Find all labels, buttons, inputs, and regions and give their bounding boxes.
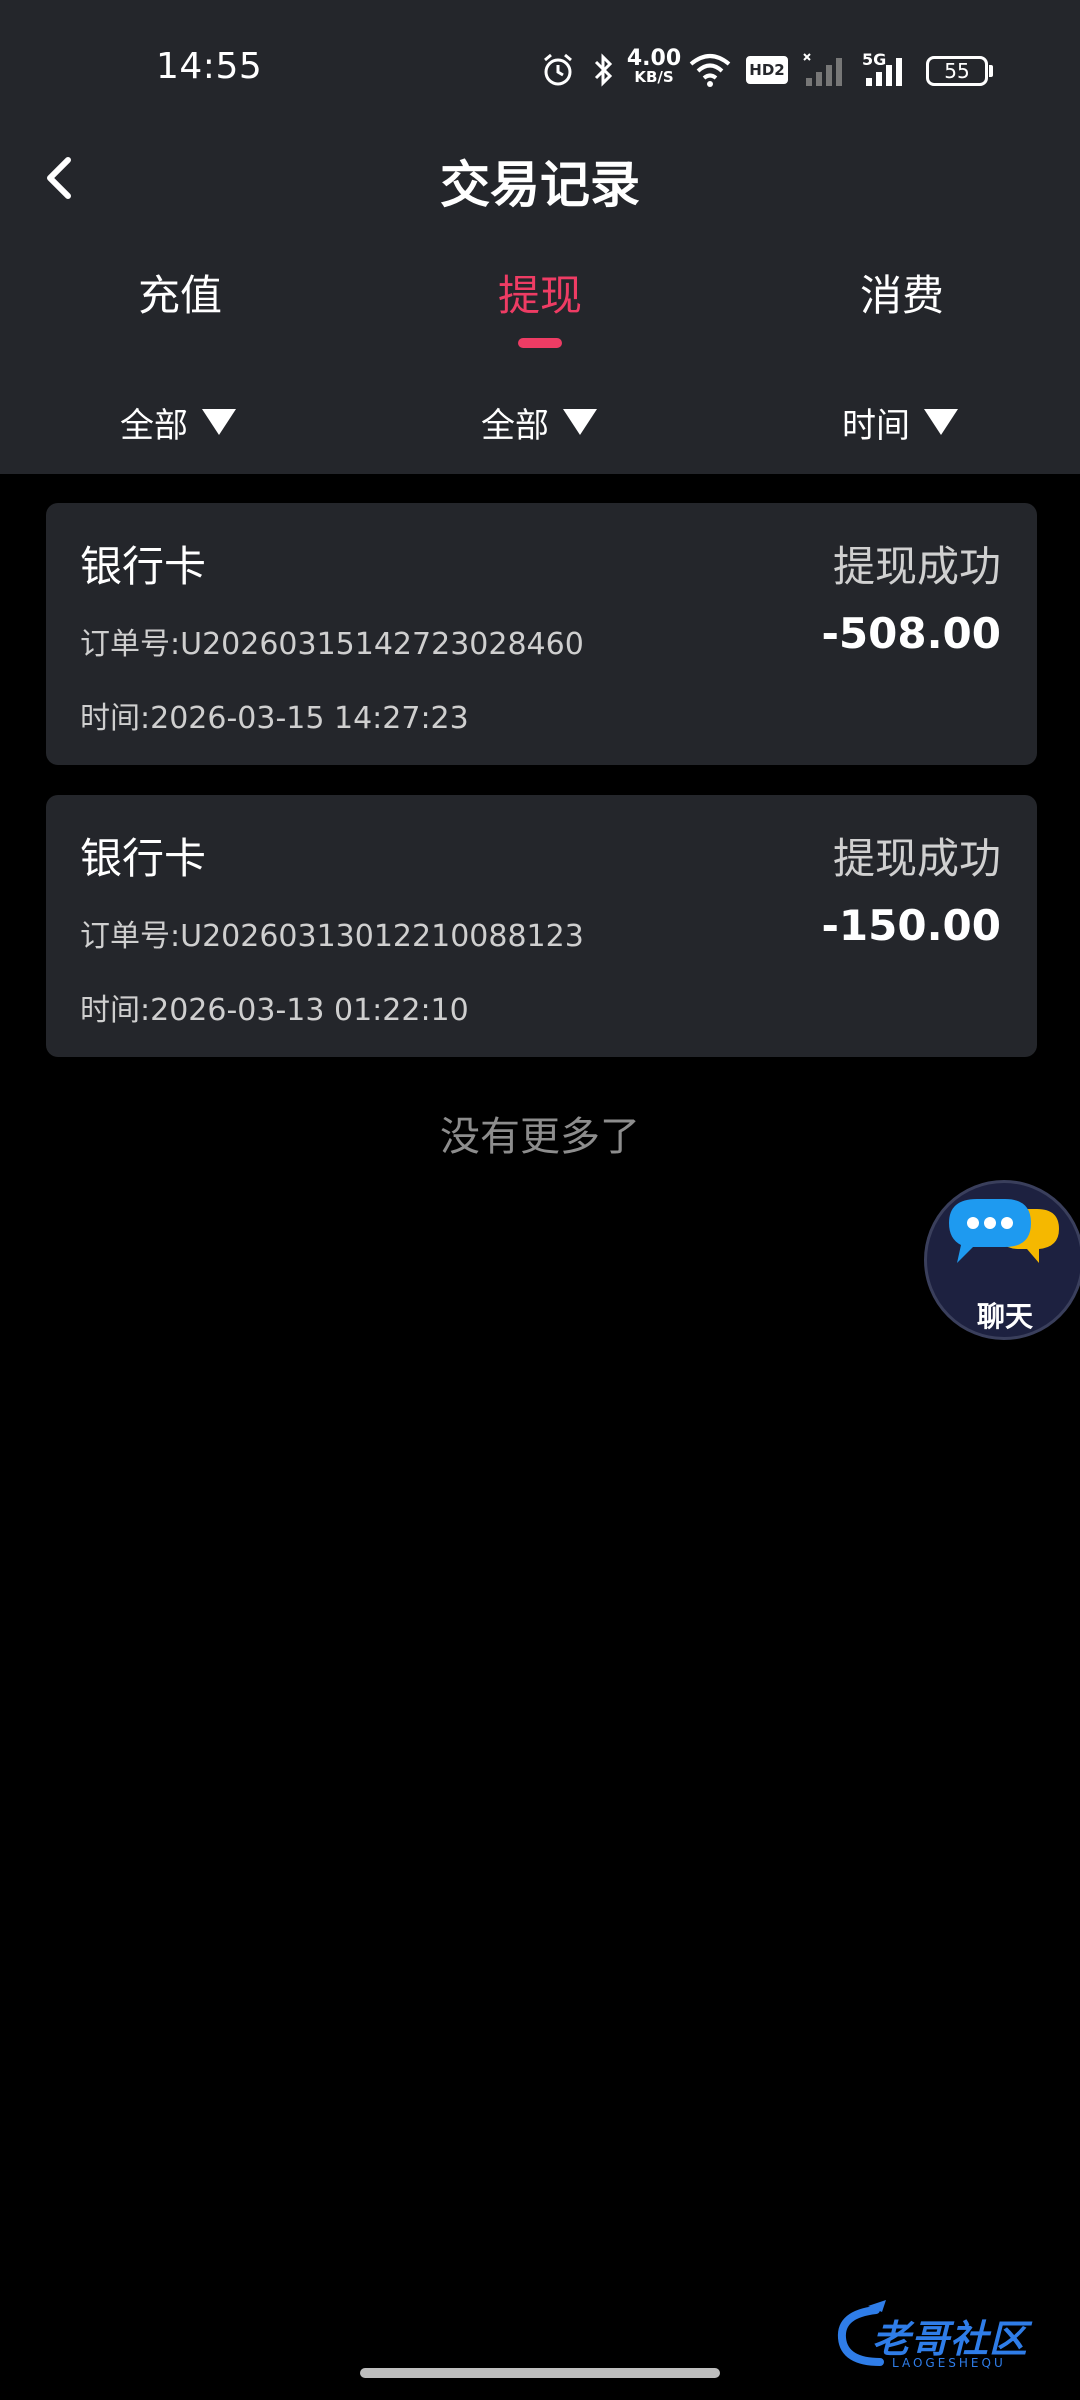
filter-status-label: 全部	[481, 405, 549, 446]
record-time: 时间:2026-03-13 01:22:10	[80, 985, 469, 1029]
hd-label: HD2	[749, 61, 785, 79]
wifi-icon	[689, 54, 731, 87]
record-status: 提现成功	[832, 542, 1001, 591]
order-label: 订单号:	[80, 919, 181, 954]
list-end-text: 没有更多了	[440, 1114, 640, 1160]
hd-icon: HD2	[746, 56, 788, 84]
record-order: 订单号:U20260313012210088123	[80, 911, 584, 955]
chat-button[interactable]: 聊天	[924, 1180, 1080, 1340]
order-number: U20260313012210088123	[180, 919, 584, 954]
tab-recharge-label: 充值	[137, 271, 222, 320]
watermark-logo: 老哥社区 LAOGESHEQU	[832, 2296, 1072, 2376]
net-speed-unit: KB/S	[634, 68, 674, 86]
record-card[interactable]: 银行卡 提现成功 订单号:U20260315142723028460 -508.…	[46, 503, 1037, 765]
tab-bar: 充值 提现 消费	[0, 262, 1080, 352]
filter-bar: 全部 全部 时间	[0, 392, 1080, 452]
filter-time-label: 时间	[842, 405, 910, 446]
battery-icon: 55	[926, 56, 988, 86]
order-number: U20260315142723028460	[180, 627, 584, 662]
record-type: 银行卡	[80, 834, 207, 883]
record-order: 订单号:U20260315142723028460	[80, 619, 584, 663]
status-bar: 14:55 4.00 KB/S HD2 5G 55	[0, 0, 1080, 140]
order-label: 订单号:	[80, 627, 181, 662]
time-value: 2026-03-15 14:27:23	[150, 701, 469, 736]
page-title: 交易记录	[440, 156, 640, 214]
dropdown-triangle-icon	[563, 409, 597, 435]
watermark-text: 老哥社区	[872, 2317, 1029, 2361]
signal-5g-icon	[866, 58, 902, 86]
screen: 14:55 4.00 KB/S HD2 5G 55 交易记录 充值 提现 消费 …	[0, 0, 1080, 2400]
filter-status-dropdown[interactable]: 全部	[481, 392, 597, 452]
net-speed-value: 4.00	[626, 46, 682, 71]
tab-consume-label: 消费	[859, 271, 944, 320]
record-amount: -150.00	[821, 901, 1001, 950]
record-time: 时间:2026-03-15 14:27:23	[80, 693, 469, 737]
tab-withdraw-label: 提现	[497, 271, 582, 320]
time-value: 2026-03-13 01:22:10	[150, 993, 469, 1028]
bluetooth-icon	[594, 53, 613, 87]
battery-tip	[989, 65, 993, 77]
record-card[interactable]: 银行卡 提现成功 订单号:U20260313012210088123 -150.…	[46, 795, 1037, 1057]
chat-bubbles-icon	[949, 1199, 1059, 1263]
tab-recharge[interactable]: 充值	[90, 262, 270, 323]
filter-time-dropdown[interactable]: 时间	[842, 392, 958, 452]
battery-level: 55	[944, 59, 970, 83]
time-label: 时间:	[80, 701, 151, 736]
record-status: 提现成功	[832, 834, 1001, 883]
status-time: 14:55	[156, 46, 263, 87]
record-amount: -508.00	[821, 609, 1001, 658]
record-type: 银行卡	[80, 542, 207, 591]
home-indicator[interactable]	[360, 2368, 720, 2378]
tab-active-indicator	[518, 338, 562, 348]
dropdown-triangle-icon	[202, 409, 236, 435]
signal-icon	[803, 53, 842, 86]
dropdown-triangle-icon	[924, 409, 958, 435]
chat-button-label: 聊天	[976, 1300, 1033, 1333]
tab-withdraw[interactable]: 提现	[450, 262, 630, 348]
alarm-icon	[544, 53, 572, 86]
time-label: 时间:	[80, 993, 151, 1028]
net-speed: 4.00 KB/S	[626, 48, 682, 85]
filter-type-label: 全部	[120, 405, 188, 446]
tab-consume[interactable]: 消费	[812, 262, 992, 323]
filter-type-dropdown[interactable]: 全部	[120, 392, 236, 452]
watermark-subtext: LAOGESHEQU	[892, 2356, 1006, 2370]
